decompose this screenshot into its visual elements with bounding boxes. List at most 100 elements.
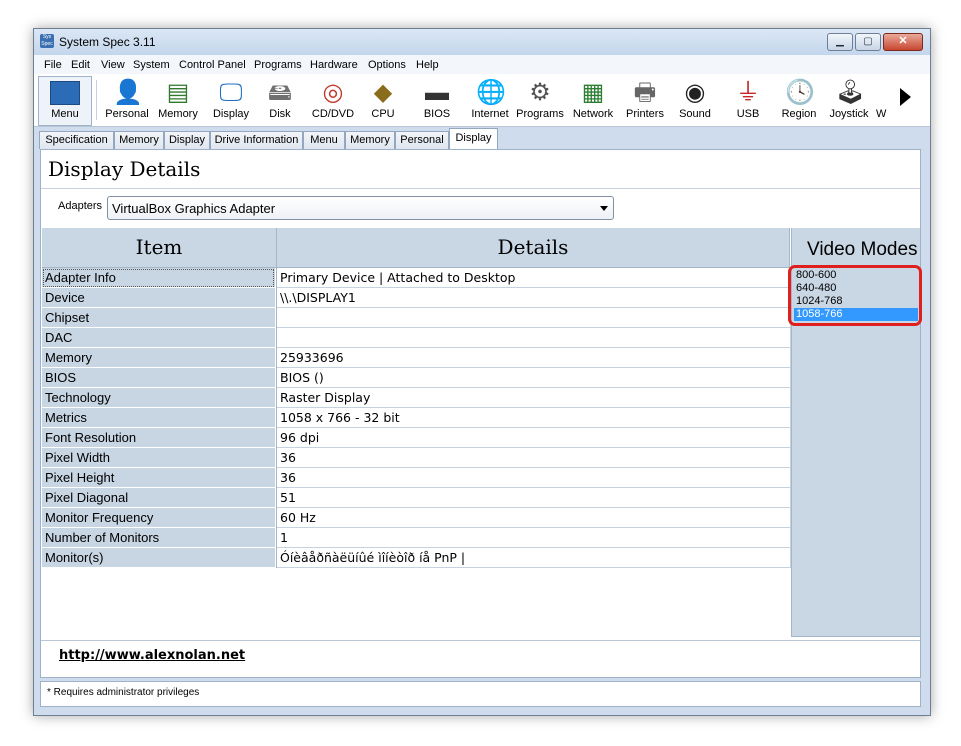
globe-icon: 🌐 [476,79,506,106]
tab-memory[interactable]: Memory [114,131,164,149]
table-row[interactable]: Adapter Info Primary Device | Attached to… [42,268,791,288]
menu-hardware[interactable]: Hardware [310,59,358,71]
toolbar-menu-label: Menu [51,108,79,120]
row-details-cell[interactable] [277,328,791,348]
website-link[interactable]: http://www.alexnolan.net [59,648,245,663]
toolbar-button-label: Programs [516,108,564,120]
table-row[interactable]: Pixel Diagonal 51 [42,488,791,508]
toolbar-button-label: Display [212,108,250,120]
column-header-details[interactable]: Details [277,228,790,268]
maximize-icon: ▢ [863,36,873,47]
tab-display-active[interactable]: Display [449,128,498,150]
minimize-button[interactable]: ▁ [827,33,853,51]
tab-display[interactable]: Display [164,131,210,149]
row-details-cell[interactable]: 25933696 [277,348,791,368]
menu-control-panel[interactable]: Control Panel [179,59,246,71]
row-details-cell[interactable]: 36 [277,468,791,488]
row-details-cell[interactable]: BIOS () [277,368,791,388]
table-row[interactable]: Memory 25933696 [42,348,791,368]
toolbar-button-w[interactable]: W [876,77,898,125]
row-item-cell[interactable]: Pixel Height [42,468,275,488]
row-item-cell[interactable]: Pixel Diagonal [42,488,275,508]
table-row[interactable]: Technology Raster Display [42,388,791,408]
row-details-cell[interactable]: 60 Hz [277,508,791,528]
toolbar-button-label: Network [572,108,614,120]
row-details-cell[interactable]: Raster Display [277,388,791,408]
row-details-cell[interactable] [277,308,791,328]
table-row[interactable]: Device \\.\DISPLAY1 [42,288,791,308]
row-details-cell[interactable]: Óíèâåðñàëüíûé ìîíèòîð íå PnP | [277,548,791,568]
toolbar-button-cd-dvd[interactable]: ◎ CD/DVD [308,77,358,125]
table-row[interactable]: Metrics 1058 x 766 - 32 bit [42,408,791,428]
tab-drive-information[interactable]: Drive Information [210,131,303,149]
table-row[interactable]: Monitor Frequency 60 Hz [42,508,791,528]
toolbar-button-printers[interactable]: 🖶 Printers [620,77,670,125]
toolbar-button-region[interactable]: 🕓 Region [774,77,824,125]
row-item-cell[interactable]: BIOS [42,368,275,388]
toolbar-button-cpu[interactable]: ◆ CPU [358,77,408,125]
table-row[interactable]: Pixel Height 36 [42,468,791,488]
row-item-cell[interactable]: Number of Monitors [42,528,275,548]
row-details-cell[interactable]: Primary Device | Attached to Desktop [277,268,791,288]
row-item-cell[interactable]: Metrics [42,408,275,428]
display-details-panel: Display Details Adapters VirtualBox Grap… [40,149,922,678]
row-details-cell[interactable]: \\.\DISPLAY1 [277,288,791,308]
table-row[interactable]: Monitor(s) Óíèâåðñàëüíûé ìîíèòîð íå PnP | [42,548,791,568]
toolbar-button-label: Internet [471,108,509,120]
menu-options[interactable]: Options [368,59,406,71]
menu-system[interactable]: System [133,59,170,71]
menu-view[interactable]: View [101,59,125,71]
maximize-button[interactable]: ▢ [855,33,881,51]
table-row[interactable]: Font Resolution 96 dpi [42,428,791,448]
row-item-cell[interactable]: Memory [42,348,275,368]
toolbar-button-disk[interactable]: 🖴 Disk [255,77,305,125]
row-item-cell[interactable]: Font Resolution [42,428,275,448]
table-row[interactable]: DAC [42,328,791,348]
row-item-cell[interactable]: DAC [42,328,275,348]
table-row[interactable]: Chipset [42,308,791,328]
toolbar-scroll-right-icon[interactable] [900,88,911,106]
menu-edit[interactable]: Edit [71,59,90,71]
row-details-cell[interactable]: 1 [277,528,791,548]
tab-specification[interactable]: Specification [39,131,114,149]
toolbar-button-personal[interactable]: 👤 Personal [102,77,152,125]
toolbar-button-label: Disk [269,108,291,120]
tab-personal[interactable]: Personal [395,131,449,149]
toolbar-button-joystick[interactable]: 🕹 Joystick [824,77,874,125]
toolbar-button-display[interactable]: 🖵 Display [206,77,256,125]
menu-help[interactable]: Help [416,59,439,71]
table-row[interactable]: Pixel Width 36 [42,448,791,468]
gear-icon: ⚙ [529,79,551,106]
row-item-cell[interactable]: Pixel Width [42,448,275,468]
row-item-cell[interactable]: Device [42,288,275,308]
row-item-cell[interactable]: Adapter Info [42,268,275,288]
toolbar-button-memory[interactable]: ▤ Memory [153,77,203,125]
network-card-icon: ▦ [581,79,605,106]
toolbar-button-sound[interactable]: ◉ Sound [670,77,720,125]
row-item-cell[interactable]: Technology [42,388,275,408]
tab-memory-2[interactable]: Memory [345,131,395,149]
menu-file[interactable]: File [44,59,62,71]
close-button[interactable]: ✕ [883,33,923,51]
toolbar-button-network[interactable]: ▦ Network [568,77,618,125]
row-item-cell[interactable]: Monitor(s) [42,548,275,568]
row-details-cell[interactable]: 96 dpi [277,428,791,448]
toolbar-button-usb[interactable]: ⏚ USB [723,77,773,125]
row-details-cell[interactable]: 51 [277,488,791,508]
toolbar-menu-button[interactable]: Menu [38,76,92,126]
table-row[interactable]: Number of Monitors 1 [42,528,791,548]
toolbar-button-internet[interactable]: 🌐 Internet [465,77,515,125]
title-bar[interactable]: Sys Spec System Spec 3.11 ▁ ▢ ✕ [34,29,930,55]
tab-menu[interactable]: Menu [303,131,345,149]
table-row[interactable]: BIOS BIOS () [42,368,791,388]
row-details-cell[interactable]: 1058 x 766 - 32 bit [277,408,791,428]
row-details-cell[interactable]: 36 [277,448,791,468]
adapter-dropdown[interactable]: VirtualBox Graphics Adapter [107,196,614,220]
row-item-cell[interactable]: Chipset [42,308,275,328]
toolbar-button-programs[interactable]: ⚙ Programs [515,77,565,125]
row-item-cell[interactable]: Monitor Frequency [42,508,275,528]
menu-programs[interactable]: Programs [254,59,302,71]
column-header-item[interactable]: Item [42,228,277,268]
toolbar-button-bios[interactable]: ▬ BIOS [412,77,462,125]
cpu-icon: ◆ [373,79,393,106]
